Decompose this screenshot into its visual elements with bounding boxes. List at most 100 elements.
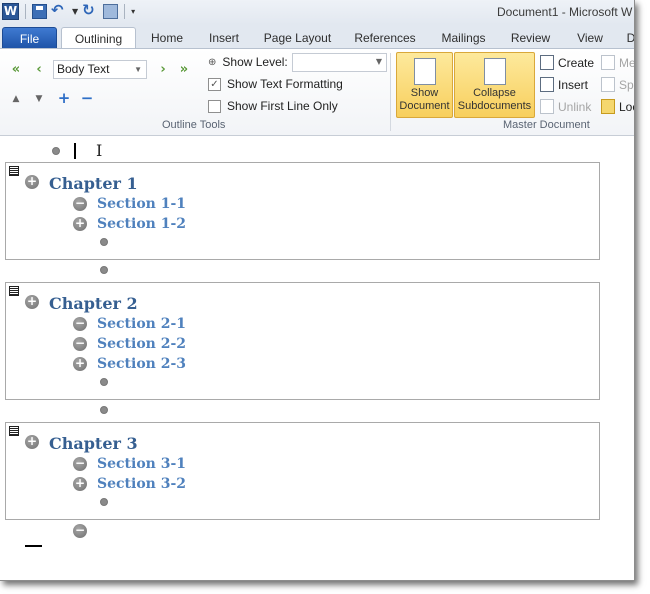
quick-access-toolbar: W ↶ ▼ ↻ ▾ bbox=[2, 3, 135, 20]
insert-subdocument-button[interactable]: Insert bbox=[540, 77, 588, 92]
merge-icon bbox=[601, 55, 615, 70]
show-level-row: ⊕ Show Level: bbox=[208, 55, 288, 69]
collapse-minus-icon[interactable]: − bbox=[73, 197, 87, 211]
word-window: W ↶ ▼ ↻ ▾ Document1 - Microsoft W File O… bbox=[0, 0, 635, 581]
heading-chapter[interactable]: Chapter 2 bbox=[49, 294, 138, 313]
move-up-icon[interactable]: ▲ bbox=[9, 92, 23, 106]
expand-plus-icon[interactable]: + bbox=[25, 295, 39, 309]
tab-outlining[interactable]: Outlining bbox=[61, 27, 136, 50]
collapse-minus-icon[interactable]: − bbox=[73, 337, 87, 351]
chevron-down-icon: ▼ bbox=[375, 57, 382, 66]
tab-developer[interactable]: D bbox=[624, 27, 634, 49]
create-subdocument-button[interactable]: Create bbox=[540, 55, 594, 70]
expand-icon[interactable]: + bbox=[57, 91, 71, 106]
body-text-bullet bbox=[100, 266, 108, 274]
customize-qat-icon[interactable]: ▾ bbox=[131, 7, 135, 16]
show-text-formatting-label: Show Text Formatting bbox=[227, 77, 343, 91]
tab-insert[interactable]: Insert bbox=[203, 27, 245, 49]
insert-icon bbox=[540, 77, 554, 92]
collapse-minus-icon[interactable]: − bbox=[73, 524, 87, 538]
undo-icon[interactable]: ↶ bbox=[51, 3, 68, 20]
collapse-subdocuments-label-1: Collapse bbox=[473, 87, 516, 99]
unlink-label: Unlink bbox=[558, 99, 592, 114]
unlink-icon bbox=[540, 99, 554, 114]
unlink-button[interactable]: Unlink bbox=[540, 99, 591, 114]
show-level-select[interactable]: ▼ bbox=[292, 53, 387, 72]
merge-button[interactable]: Me bbox=[601, 55, 635, 70]
heading-section[interactable]: Section 1-2 bbox=[97, 216, 186, 232]
group-separator bbox=[390, 53, 391, 131]
outline-level-select[interactable]: Body Text ▼ bbox=[53, 60, 147, 79]
undo-dropdown-icon[interactable]: ▼ bbox=[72, 7, 78, 16]
heading-section[interactable]: Section 2-1 bbox=[97, 316, 186, 332]
create-icon bbox=[540, 55, 554, 70]
outline-tools-group-label: Outline Tools bbox=[162, 119, 226, 131]
title-bar: W ↶ ▼ ↻ ▾ Document1 - Microsoft W bbox=[0, 0, 634, 25]
lock-icon bbox=[601, 99, 615, 114]
window-title: Document1 - Microsoft W bbox=[497, 5, 633, 19]
body-text-bullet bbox=[52, 147, 60, 155]
lock-document-button[interactable]: Loc bbox=[601, 99, 634, 114]
body-text-bullet bbox=[100, 406, 108, 414]
heading-section[interactable]: Section 3-2 bbox=[97, 476, 186, 492]
promote-icon[interactable]: ‹ bbox=[31, 62, 47, 78]
heading-chapter[interactable]: Chapter 1 bbox=[49, 174, 138, 193]
show-document-label-1: Show bbox=[410, 87, 439, 99]
show-text-formatting-checkbox[interactable]: ✓ bbox=[208, 77, 221, 91]
move-down-icon[interactable]: ▼ bbox=[32, 92, 46, 106]
expand-plus-icon[interactable]: + bbox=[25, 175, 39, 189]
tab-view[interactable]: View bbox=[572, 27, 608, 49]
body-text-bullet bbox=[100, 238, 108, 246]
expand-plus-icon[interactable]: + bbox=[73, 217, 87, 231]
expand-plus-icon[interactable]: + bbox=[73, 477, 87, 491]
body-text-bullet bbox=[100, 498, 108, 506]
ribbon: « ‹ Body Text ▼ › » ▲ ▼ + − ⊕ Show Level… bbox=[0, 48, 634, 136]
show-level-icon: ⊕ bbox=[208, 56, 217, 68]
demote-icon[interactable]: › bbox=[155, 62, 171, 78]
heading-section[interactable]: Section 2-2 bbox=[97, 336, 186, 352]
print-preview-icon[interactable] bbox=[103, 4, 119, 19]
ibeam-cursor-icon: I bbox=[96, 141, 103, 160]
heading-section[interactable]: Section 2-3 bbox=[97, 356, 186, 372]
collapse-subdocuments-button[interactable]: Collapse Subdocuments bbox=[454, 52, 535, 118]
heading-section[interactable]: Section 1-1 bbox=[97, 196, 186, 212]
promote-to-heading1-icon[interactable]: « bbox=[8, 62, 24, 78]
demote-to-body-text-icon[interactable]: » bbox=[176, 62, 192, 78]
insert-label: Insert bbox=[558, 77, 589, 92]
heading-chapter[interactable]: Chapter 3 bbox=[49, 434, 138, 453]
toolbar-separator bbox=[124, 4, 126, 19]
word-icon[interactable]: W bbox=[2, 3, 19, 20]
body-text-bullet bbox=[100, 378, 108, 386]
tab-home[interactable]: Home bbox=[146, 27, 188, 49]
split-button[interactable]: Spl bbox=[601, 77, 634, 92]
tab-references[interactable]: References bbox=[352, 27, 418, 49]
show-first-line-only-row[interactable]: Show First Line Only bbox=[208, 99, 338, 113]
show-text-formatting-row[interactable]: ✓ Show Text Formatting bbox=[208, 77, 343, 91]
redo-icon[interactable]: ↻ bbox=[82, 3, 99, 20]
expand-plus-icon[interactable]: + bbox=[73, 357, 87, 371]
expand-plus-icon[interactable]: + bbox=[25, 435, 39, 449]
lock-label: Loc bbox=[619, 99, 634, 114]
save-icon[interactable] bbox=[32, 4, 47, 19]
show-document-label-2: Document bbox=[399, 100, 450, 112]
split-icon bbox=[601, 77, 615, 92]
tab-file[interactable]: File bbox=[2, 27, 57, 49]
show-level-label: Show Level: bbox=[222, 55, 288, 69]
collapse-icon[interactable]: − bbox=[80, 91, 94, 106]
toolbar-separator bbox=[25, 4, 26, 19]
tab-review[interactable]: Review bbox=[508, 27, 553, 49]
show-first-line-only-checkbox[interactable] bbox=[208, 99, 221, 113]
subdocument-icon[interactable] bbox=[9, 166, 19, 176]
tab-page-layout[interactable]: Page Layout bbox=[260, 27, 335, 49]
show-document-button[interactable]: Show Document bbox=[396, 52, 453, 118]
master-document-group-label: Master Document bbox=[503, 119, 590, 131]
subdocument-icon[interactable] bbox=[9, 286, 19, 296]
collapse-subdocuments-icon bbox=[483, 58, 506, 85]
end-of-document-mark bbox=[25, 545, 42, 547]
tab-mailings[interactable]: Mailings bbox=[436, 27, 491, 49]
subdocument-icon[interactable] bbox=[9, 426, 19, 436]
heading-section[interactable]: Section 3-1 bbox=[97, 456, 186, 472]
collapse-minus-icon[interactable]: − bbox=[73, 457, 87, 471]
collapse-minus-icon[interactable]: − bbox=[73, 317, 87, 331]
merge-label: Me bbox=[619, 55, 635, 70]
